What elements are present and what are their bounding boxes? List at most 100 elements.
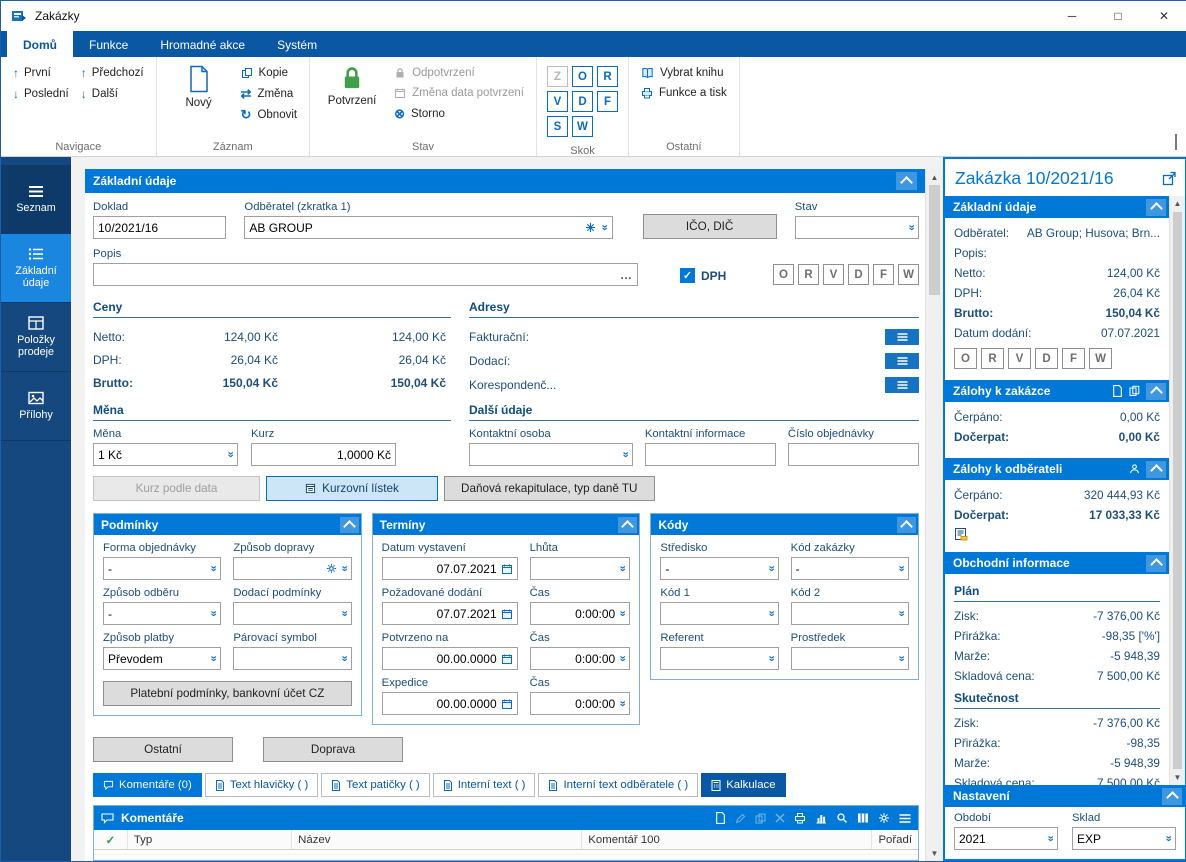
dodaci-menu-button[interactable] xyxy=(885,353,919,369)
calendar-icon[interactable] xyxy=(501,653,513,665)
copy-record-button[interactable]: Kopie xyxy=(241,67,298,79)
doprava-button[interactable]: Doprava xyxy=(263,737,403,762)
jump-w-button[interactable]: W xyxy=(572,116,593,137)
note-icon[interactable] xyxy=(954,527,1160,541)
cas-2-input[interactable]: 0:00:00 » xyxy=(530,647,631,670)
ico-dic-button[interactable]: IČO, DIČ xyxy=(643,214,777,239)
sidebar-item-polozky-prodeje[interactable]: Položky prodeje xyxy=(1,303,71,372)
cas-3-input[interactable]: 0:00:00 » xyxy=(530,692,631,715)
select-book-button[interactable]: Vybrat knihu xyxy=(641,67,727,79)
dph-checkbox[interactable]: ✓ DPH xyxy=(680,268,726,283)
parovaci-symbol-combo[interactable]: » xyxy=(233,647,351,670)
main-scrollbar[interactable]: ▲ ▼ xyxy=(925,169,943,861)
tab-interni-text[interactable]: Interní text ( ) xyxy=(433,773,536,797)
new-record-button[interactable]: Nový xyxy=(163,59,235,111)
collapse-section-button[interactable] xyxy=(1146,555,1166,572)
collapse-section-button[interactable] xyxy=(1146,199,1166,216)
cislo-objednavky-input[interactable] xyxy=(788,443,919,466)
tab-hromadne-akce[interactable]: Hromadné akce xyxy=(144,31,261,57)
menu-icon[interactable] xyxy=(899,814,911,823)
tab-text-paticky[interactable]: Text patičky ( ) xyxy=(321,773,429,797)
expedice-input[interactable]: 00.00.0000 xyxy=(382,692,518,715)
chart-icon[interactable] xyxy=(815,812,827,824)
state-v-button[interactable]: V xyxy=(823,264,844,285)
state-w-button[interactable]: W xyxy=(1089,348,1112,369)
tab-domu[interactable]: Domů xyxy=(7,31,73,57)
calendar-icon[interactable] xyxy=(501,563,513,575)
state-f-button[interactable]: F xyxy=(1062,348,1085,369)
column-header-typ[interactable]: Typ xyxy=(128,830,292,849)
mena-combo[interactable]: 1 Kč » xyxy=(93,443,238,466)
potvrzeno-na-input[interactable]: 00.00.0000 xyxy=(382,647,518,670)
person-icon[interactable] xyxy=(1129,463,1140,475)
state-f-button[interactable]: F xyxy=(873,264,894,285)
print-icon[interactable] xyxy=(794,812,806,824)
more-button[interactable]: … xyxy=(620,268,633,282)
calendar-icon[interactable] xyxy=(501,698,513,710)
collapse-terminy-button[interactable] xyxy=(618,517,637,533)
stav-combo[interactable]: » xyxy=(795,216,919,239)
calendar-icon[interactable] xyxy=(501,608,513,620)
previous-record-button[interactable]: ↑ Předchozí xyxy=(81,67,144,79)
scroll-up-arrow[interactable]: ▲ xyxy=(1170,196,1185,211)
ostatni-button[interactable]: Ostatní xyxy=(93,737,233,762)
popis-input[interactable]: … xyxy=(93,263,638,286)
sidebar-item-zakladni-udaje[interactable]: Základní údaje xyxy=(1,234,71,303)
column-header-poradi[interactable]: Pořadí xyxy=(872,830,918,849)
tab-funkce[interactable]: Funkce xyxy=(73,31,144,57)
scrollbar-track[interactable] xyxy=(926,295,943,845)
state-d-button[interactable]: D xyxy=(1035,348,1058,369)
forma-objednavky-combo[interactable]: - » xyxy=(103,557,221,580)
obdobi-combo[interactable]: 2021 » xyxy=(954,827,1058,850)
refresh-record-button[interactable]: ↻ Obnovit xyxy=(241,108,298,121)
jump-f-button[interactable]: F xyxy=(597,91,618,112)
jump-o-button[interactable]: O xyxy=(572,66,593,87)
kod-1-combo[interactable]: » xyxy=(660,602,778,625)
stredisko-combo[interactable]: - » xyxy=(660,557,778,580)
search-icon[interactable] xyxy=(836,812,848,824)
doklad-input[interactable]: 10/2021/16 xyxy=(93,216,226,239)
new-row-icon[interactable] xyxy=(715,812,726,824)
functions-print-button[interactable]: Funkce a tisk xyxy=(641,87,727,99)
kurz-input[interactable]: 1,0000 Kč xyxy=(251,443,396,466)
zpusob-odberu-combo[interactable]: - » xyxy=(103,602,221,625)
state-o-button[interactable]: O xyxy=(773,264,794,285)
close-button[interactable]: ✕ xyxy=(1141,1,1186,31)
kontaktni-informace-input[interactable] xyxy=(645,443,776,466)
kontaktni-osoba-combo[interactable]: » xyxy=(469,443,633,466)
kod-2-combo[interactable]: » xyxy=(791,602,909,625)
column-header-nazev[interactable]: Název xyxy=(292,830,582,849)
confirm-button[interactable]: Potvrzení xyxy=(316,59,388,109)
table-row[interactable] xyxy=(94,855,918,860)
open-related-icon[interactable] xyxy=(585,222,596,233)
scroll-up-arrow[interactable]: ▲ xyxy=(926,169,943,185)
danova-rekapitulace-button[interactable]: Daňová rekapitulace, typ daně TU xyxy=(444,476,655,501)
tab-text-hlavicky[interactable]: Text hlavičky ( ) xyxy=(205,773,318,797)
scroll-down-arrow[interactable]: ▼ xyxy=(1170,770,1185,785)
sklad-combo[interactable]: EXP » xyxy=(1072,827,1176,850)
gear-icon[interactable] xyxy=(326,563,337,574)
pozadovane-dodani-input[interactable]: 07.07.2021 xyxy=(382,602,518,625)
column-header-komentar[interactable]: Komentář 100 xyxy=(582,830,872,849)
state-r-button[interactable]: R xyxy=(981,348,1004,369)
odberatel-combo[interactable]: AB GROUP » xyxy=(244,216,612,239)
dodaci-podminky-combo[interactable]: » xyxy=(233,602,351,625)
kod-zakazky-combo[interactable]: - » xyxy=(791,557,909,580)
platebni-podminky-button[interactable]: Platební podmínky, bankovní účet CZ xyxy=(103,681,352,706)
edit-record-button[interactable]: ⇄ Změna xyxy=(241,87,298,100)
panel-scrollbar[interactable]: ▲ ▼ xyxy=(1169,196,1185,785)
jump-v-button[interactable]: V xyxy=(547,91,568,112)
tab-kalkulace[interactable]: Kalkulace xyxy=(701,773,785,797)
last-record-button[interactable]: ↓ Poslední xyxy=(13,88,69,100)
state-d-button[interactable]: D xyxy=(848,264,869,285)
collapse-podminky-button[interactable] xyxy=(340,517,359,533)
datum-vystaveni-input[interactable]: 07.07.2021 xyxy=(382,557,518,580)
tab-interni-text-odberatele[interactable]: Interní text odběratele ( ) xyxy=(538,773,698,797)
scrollbar-thumb[interactable] xyxy=(929,185,940,295)
open-in-window-icon[interactable] xyxy=(1162,171,1177,186)
maximize-button[interactable]: □ xyxy=(1095,1,1141,31)
tab-system[interactable]: Systém xyxy=(261,31,333,57)
state-r-button[interactable]: R xyxy=(798,264,819,285)
columns-icon[interactable] xyxy=(857,812,869,824)
prostredek-combo[interactable]: » xyxy=(791,647,909,670)
